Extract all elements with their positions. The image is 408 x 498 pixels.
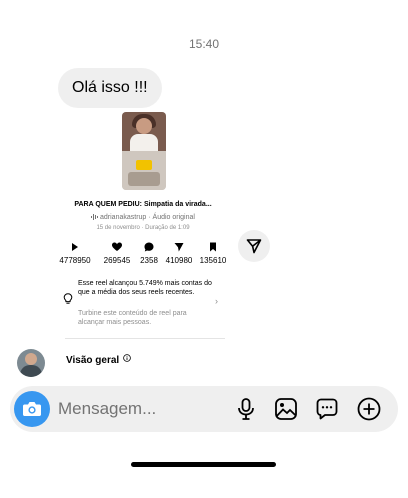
heart-icon — [112, 242, 122, 251]
stat-saves: 135610 — [193, 242, 233, 265]
reel-author-line: adrianakastrup · Áudio original — [55, 214, 231, 221]
send-icon — [246, 239, 262, 254]
microphone-button[interactable] — [234, 397, 258, 421]
reel-author-text: adrianakastrup · Áudio original — [100, 214, 195, 221]
message-bubble[interactable]: Olá isso !!! — [58, 68, 162, 108]
home-indicator — [131, 462, 276, 467]
stat-plays-value: 4778950 — [59, 256, 91, 265]
share-icon — [174, 243, 184, 252]
overview-label[interactable]: Visão geral — [66, 355, 119, 366]
card-divider — [65, 338, 225, 339]
reel-title: PARA QUEM PEDIU: Simpatia da virada... — [74, 201, 212, 208]
add-button[interactable] — [357, 397, 381, 421]
camera-button[interactable] — [14, 391, 50, 427]
insight-subtext: Turbine este conteúdo de reel para alcan… — [78, 310, 187, 326]
image-icon — [275, 398, 297, 420]
sticker-button[interactable] — [315, 397, 339, 421]
lightbulb-icon — [63, 293, 73, 304]
forward-button[interactable] — [238, 230, 270, 262]
message-composer — [10, 386, 398, 432]
comment-icon — [144, 242, 154, 252]
insight-text: Esse reel alcançou 5.749% mais contas do… — [78, 280, 212, 296]
audio-icon — [91, 214, 99, 220]
chevron-right-icon: › — [215, 296, 218, 306]
play-icon — [72, 243, 78, 251]
reel-date-line: 15 de novembro · Duração de 1:09 — [96, 225, 190, 231]
avatar[interactable] — [17, 349, 45, 377]
stat-plays: 4778950 — [55, 242, 95, 265]
chat-bubble-icon — [316, 398, 338, 420]
reel-thumbnail[interactable] — [122, 112, 166, 190]
message-input[interactable] — [58, 386, 228, 432]
info-icon[interactable] — [123, 354, 131, 362]
message-timestamp: 15:40 — [188, 37, 220, 51]
gallery-button[interactable] — [274, 397, 298, 421]
camera-icon — [23, 402, 41, 416]
plus-circle-icon — [357, 397, 381, 421]
stat-saves-value: 135610 — [199, 256, 227, 265]
bookmark-icon — [210, 242, 216, 252]
microphone-icon — [238, 398, 254, 420]
reel-insights-card[interactable]: PARA QUEM PEDIU: Simpatia da virada... a… — [55, 108, 231, 340]
